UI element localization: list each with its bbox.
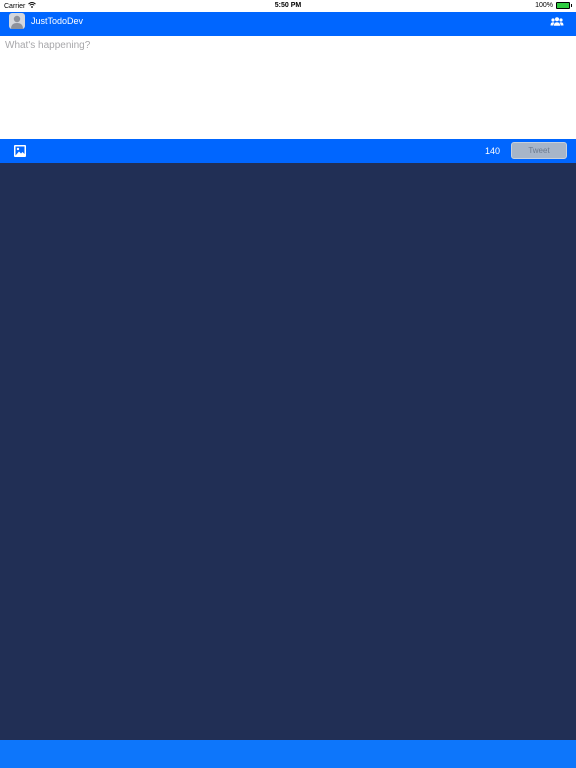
compose-area	[0, 36, 576, 139]
status-time: 5:50 PM	[274, 2, 302, 9]
battery-tip	[571, 4, 572, 7]
default-avatar-icon[interactable]	[9, 13, 25, 29]
content-area	[0, 163, 576, 740]
navigation-bar: JustTodoDev	[0, 12, 576, 36]
compose-toolbar: 140 Tweet	[0, 139, 576, 163]
photo-icon[interactable]	[13, 144, 27, 158]
bottom-bar	[0, 740, 576, 768]
username-label[interactable]: JustTodoDev	[31, 14, 83, 28]
status-bar: Carrier 5:50 PM 100%	[0, 0, 576, 12]
people-icon[interactable]	[550, 15, 564, 27]
tweet-text-input[interactable]	[0, 36, 576, 139]
status-right: 100%	[535, 2, 572, 9]
tweet-button[interactable]: Tweet	[511, 142, 567, 159]
battery-fill	[557, 3, 569, 8]
battery-icon	[556, 2, 572, 9]
character-count: 140	[484, 146, 500, 156]
battery-percent: 100%	[535, 2, 553, 9]
